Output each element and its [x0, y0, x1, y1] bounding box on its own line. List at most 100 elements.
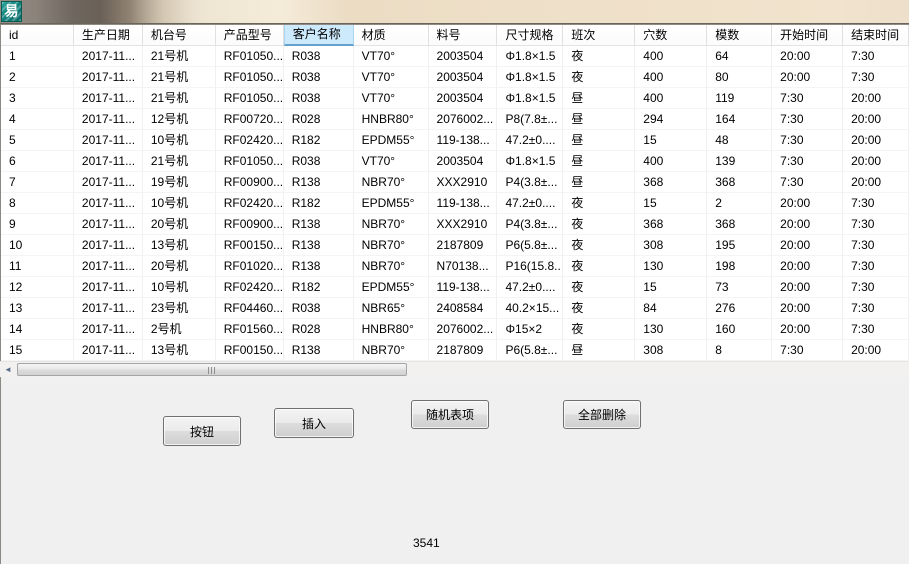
table-cell: 2017-11...: [73, 340, 143, 361]
table-cell: 10号机: [142, 193, 216, 214]
table-row[interactable]: 10 2017-11... 13号机 RF00150... R138 NBR70° 2187…: [1, 235, 909, 256]
table-cell: 夜: [563, 67, 636, 88]
titlebar[interactable]: 易: [0, 0, 909, 23]
table-cell: 20:00: [772, 298, 844, 319]
table-cell: 2017-11...: [73, 319, 143, 340]
table-header-row: id 生产日期 机台号 产品型号 客户名称 材质 料号 尺寸规格 班次 穴数 模数 开始时间 结束时间: [1, 25, 909, 46]
table-cell: 20号机: [142, 214, 216, 235]
lower-panel: 按钮 插入 随机表项 全部删除 3541: [0, 377, 909, 564]
table-row[interactable]: 2 2017-11... 21号机 RF01050... R038 VT70° 200350…: [1, 67, 909, 88]
column-header[interactable]: 班次: [563, 25, 636, 46]
table-cell: 昼: [563, 109, 636, 130]
column-header[interactable]: 材质: [353, 25, 429, 46]
table-row[interactable]: 12 2017-11... 10号机 RF02420... R182 EPDM55° 119…: [1, 277, 909, 298]
table-cell: 5: [1, 130, 74, 151]
table-cell: 2: [1, 67, 74, 88]
table-cell: RF00150...: [215, 235, 284, 256]
table-row[interactable]: 6 2017-11... 21号机 RF01050... R038 VT70° 200350…: [1, 151, 909, 172]
insert-button[interactable]: 插入: [274, 408, 354, 438]
table-cell: 139: [707, 151, 773, 172]
table-cell: 6: [1, 151, 74, 172]
app-icon[interactable]: 易: [1, 1, 22, 22]
column-header[interactable]: id: [1, 25, 74, 46]
table-row[interactable]: 4 2017-11... 12号机 RF00720... R028 HNBR80° 2076…: [1, 109, 909, 130]
table-cell: 400: [635, 151, 708, 172]
column-header[interactable]: 生产日期: [73, 25, 143, 46]
delete-all-button[interactable]: 全部删除: [563, 400, 641, 429]
table-cell: EPDM55°: [353, 193, 429, 214]
table-row[interactable]: 3 2017-11... 21号机 RF01050... R038 VT70° 200350…: [1, 88, 909, 109]
column-header[interactable]: 产品型号: [215, 25, 284, 46]
table-row[interactable]: 15 2017-11... 13号机 RF00150... R138 NBR70° 2187…: [1, 340, 909, 361]
scrollbar-thumb[interactable]: [17, 363, 407, 376]
table-cell: P4(3.8±...: [497, 214, 564, 235]
table-row[interactable]: 1 2017-11... 21号机 RF01050... R038 VT70° 200350…: [1, 46, 909, 67]
scroll-left-arrow-icon[interactable]: ◄: [1, 362, 15, 377]
table-cell: 夜: [563, 214, 636, 235]
generic-button[interactable]: 按钮: [163, 416, 241, 446]
table-cell: 7:30: [843, 214, 909, 235]
table-cell: HNBR80°: [353, 109, 429, 130]
table-cell: P4(3.8±...: [497, 172, 564, 193]
column-header[interactable]: 客户名称: [283, 25, 354, 46]
column-header[interactable]: 料号: [428, 25, 498, 46]
table-cell: RF02420...: [215, 193, 284, 214]
table-cell: 7:30: [843, 193, 909, 214]
column-header[interactable]: 机台号: [142, 25, 216, 46]
table-cell: R138: [283, 340, 354, 361]
table-row[interactable]: 13 2017-11... 23号机 RF04460... R038 NBR65° 2408…: [1, 298, 909, 319]
table-cell: 2187809: [428, 235, 498, 256]
table-cell: VT70°: [353, 151, 429, 172]
table-cell: RF01050...: [215, 67, 284, 88]
table-cell: 19号机: [142, 172, 216, 193]
table-cell: RF04460...: [215, 298, 284, 319]
table-cell: 夜: [563, 298, 636, 319]
table-cell: 48: [707, 130, 773, 151]
table-row[interactable]: 14 2017-11... 2号机 RF01560... R028 HNBR80° 2076…: [1, 319, 909, 340]
table-cell: EPDM55°: [353, 277, 429, 298]
table-row[interactable]: 8 2017-11... 10号机 RF02420... R182 EPDM55° 119-…: [1, 193, 909, 214]
table-cell: 21号机: [142, 46, 216, 67]
table-cell: 2017-11...: [73, 214, 143, 235]
table-cell: 7:30: [843, 46, 909, 67]
table-cell: 7:30: [772, 109, 844, 130]
table-row[interactable]: 5 2017-11... 10号机 RF02420... R182 EPDM55° 119-…: [1, 130, 909, 151]
random-items-button[interactable]: 随机表项: [411, 400, 489, 429]
table-cell: 10号机: [142, 130, 216, 151]
table-cell: N70138...: [428, 256, 498, 277]
table-cell: RF00900...: [215, 214, 284, 235]
table-cell: RF01020...: [215, 256, 284, 277]
column-header[interactable]: 结束时间: [843, 25, 909, 46]
column-header[interactable]: 模数: [707, 25, 773, 46]
table-cell: 20:00: [843, 88, 909, 109]
table-cell: 夜: [563, 193, 636, 214]
table-cell: 14: [1, 319, 74, 340]
table-cell: RF02420...: [215, 277, 284, 298]
column-header[interactable]: 穴数: [635, 25, 708, 46]
table-cell: 2187809: [428, 340, 498, 361]
table-cell: 15: [1, 340, 74, 361]
table-cell: P6(5.8±...: [497, 235, 564, 256]
table-cell: 15: [635, 277, 708, 298]
column-header[interactable]: 尺寸规格: [497, 25, 564, 46]
table-row[interactable]: 7 2017-11... 19号机 RF00900... R138 NBR70° XXX29…: [1, 172, 909, 193]
table-cell: XXX2910: [428, 172, 498, 193]
horizontal-scrollbar[interactable]: ◄: [0, 361, 909, 377]
table-cell: 47.2±0....: [497, 277, 564, 298]
table-cell: 80: [707, 67, 773, 88]
table-cell: 400: [635, 67, 708, 88]
table-cell: 368: [635, 214, 708, 235]
table-cell: 2076002...: [428, 319, 498, 340]
table-row[interactable]: 11 2017-11... 20号机 RF01020... R138 NBR70° N701…: [1, 256, 909, 277]
column-header[interactable]: 开始时间: [772, 25, 844, 46]
table-cell: R138: [283, 214, 354, 235]
table-row[interactable]: 9 2017-11... 20号机 RF00900... R138 NBR70° XXX29…: [1, 214, 909, 235]
table-cell: 夜: [563, 46, 636, 67]
table-cell: 昼: [563, 88, 636, 109]
table-cell: 47.2±0....: [497, 193, 564, 214]
table-cell: 9: [1, 214, 74, 235]
table-cell: 8: [1, 193, 74, 214]
scrollbar-grip-icon: [208, 367, 216, 374]
table-cell: NBR70°: [353, 214, 429, 235]
table-cell: 164: [707, 109, 773, 130]
